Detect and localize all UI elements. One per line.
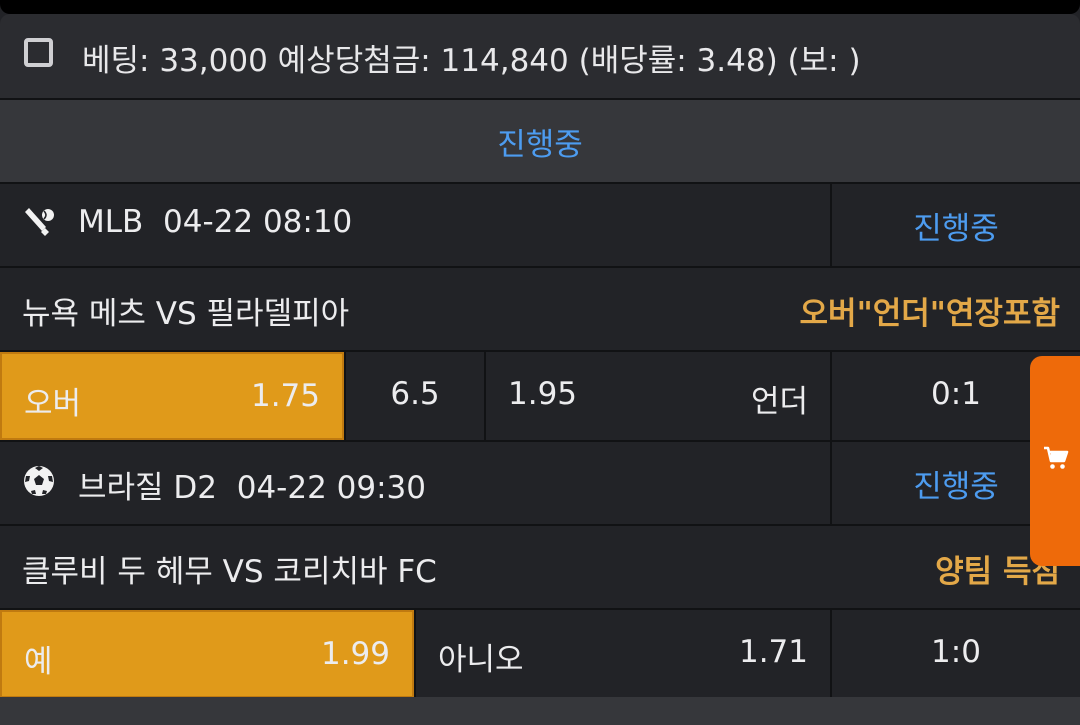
game-header-2: 브라질 D2 04-22 09:30: [0, 442, 830, 524]
top-edge: [0, 0, 1080, 14]
odds-no-button[interactable]: 아니오 1.71: [416, 610, 830, 698]
handicap-line-cell: 6.5: [346, 352, 484, 440]
game-status-label: 진행중: [913, 469, 999, 505]
divider: [830, 610, 832, 698]
cart-tab-button[interactable]: [1030, 356, 1080, 566]
line-value: 6.5: [390, 376, 440, 412]
odds-yes-button[interactable]: 예 1.99: [0, 610, 414, 698]
match-datetime: 04-22 08:10: [163, 204, 353, 240]
bet-summary-text: 베팅: 33,000 예상당첨금: 114,840 (배당률: 3.48) (보…: [82, 43, 861, 79]
divider: [484, 352, 486, 440]
baseball-icon: [25, 208, 54, 236]
odds-label: 예: [24, 644, 53, 680]
odds-value: 1.71: [738, 634, 808, 670]
game-status-1: 진행중: [832, 184, 1080, 266]
odds-over-button[interactable]: 오버 1.75: [0, 352, 344, 440]
odds-label: 언더: [750, 384, 808, 420]
league-name: MLB: [78, 204, 144, 240]
match-teams: 뉴욕 메츠 VS 필라델피아: [22, 296, 350, 332]
select-checkbox[interactable]: [24, 38, 53, 67]
status-label: 진행중: [497, 127, 583, 163]
league-name: 브라질 D2: [78, 470, 218, 506]
match-row-1: 뉴욕 메츠 VS 필라델피아 오버"언더"연장포함: [0, 268, 1080, 350]
cart-icon: [1044, 446, 1069, 469]
soccer-ball-icon: [24, 466, 54, 496]
odds-value: 1.95: [508, 376, 578, 412]
market-type: 오버"언더"연장포함: [799, 296, 1060, 332]
bet-summary-bar: 베팅: 33,000 예상당첨금: 114,840 (배당률: 3.48) (보…: [0, 14, 1080, 98]
status-row: 진행중: [0, 100, 1080, 182]
odds-label: 아니오: [438, 642, 524, 678]
divider: [830, 352, 832, 440]
odds-value: 1.75: [250, 378, 320, 414]
match-teams: 클루비 두 헤무 VS 코리치바 FC: [22, 554, 437, 590]
score-cell: 1:0: [832, 610, 1080, 698]
odds-row-2: 예 1.99 아니오 1.71 1:0: [0, 610, 1080, 698]
odds-under-button[interactable]: 1.95 언더: [486, 352, 830, 440]
match-datetime: 04-22 09:30: [236, 470, 427, 506]
divider: [344, 352, 346, 440]
score-value: 1:0: [931, 634, 981, 670]
bet-slip-screen: 베팅: 33,000 예상당첨금: 114,840 (배당률: 3.48) (보…: [0, 0, 1080, 725]
game-header-1: MLB 04-22 08:10: [0, 184, 830, 266]
odds-value: 1.99: [320, 636, 390, 672]
odds-row-1: 오버 1.75 6.5 1.95 언더 0:1: [0, 352, 1080, 440]
odds-label: 오버: [24, 386, 82, 422]
divider: [414, 610, 416, 698]
match-row-2: 클루비 두 헤무 VS 코리치바 FC 양팀 득점: [0, 526, 1080, 608]
bottom-bar: [0, 697, 1080, 725]
game-status-label: 진행중: [913, 211, 999, 247]
